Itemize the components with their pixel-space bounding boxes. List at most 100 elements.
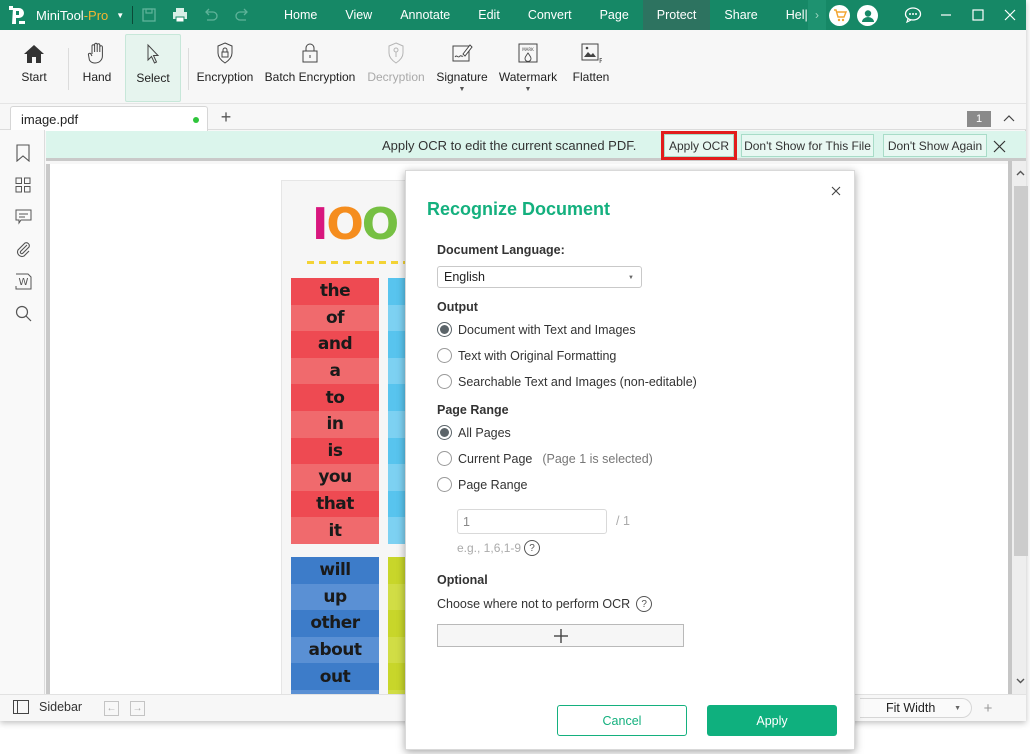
previous-view-arrow-icon[interactable]: ← xyxy=(104,701,119,716)
ocr-message: Apply OCR to edit the current scanned PD… xyxy=(382,138,637,153)
attachment-icon[interactable] xyxy=(12,238,34,260)
word-cell: other xyxy=(291,610,379,637)
menu-protect[interactable]: Protect xyxy=(642,0,711,30)
menu-share[interactable]: Share xyxy=(710,0,771,30)
document-tab-label: image.pdf xyxy=(21,111,79,127)
bookmark-icon[interactable] xyxy=(12,142,34,164)
zoom-value: Fit Width xyxy=(886,701,936,715)
sidebar-toggle[interactable]: Sidebar xyxy=(13,700,82,714)
start-button[interactable]: Start xyxy=(14,34,54,102)
radio-label: Current Page xyxy=(458,451,533,466)
dont-show-again-button[interactable]: Don't Show Again xyxy=(883,134,987,157)
menu-view[interactable]: View xyxy=(331,0,386,30)
add-excluded-area-button[interactable] xyxy=(437,624,684,647)
home-icon xyxy=(23,34,45,66)
signature-dropdown-icon[interactable]: ▼ xyxy=(459,86,466,93)
zoom-in-button[interactable]: + xyxy=(980,699,996,717)
flatten-button[interactable]: P Flatten xyxy=(570,34,612,102)
maximize-icon[interactable] xyxy=(962,0,994,30)
svg-text:MARK: MARK xyxy=(522,47,534,52)
optional-description-text: Choose where not to perform OCR xyxy=(437,597,631,611)
dialog-close-icon[interactable] xyxy=(828,183,844,199)
shield-key-icon xyxy=(387,34,405,66)
word-cell: to xyxy=(291,384,379,411)
unsaved-indicator-icon xyxy=(193,117,199,123)
ocr-bar-close-icon[interactable] xyxy=(989,136,1009,156)
help-icon[interactable]: ? xyxy=(636,596,653,612)
output-option-text-images[interactable]: Document with Text and Images xyxy=(437,322,636,337)
menu-more-chevron-icon[interactable]: › xyxy=(808,0,826,30)
undo-icon[interactable] xyxy=(196,0,226,30)
minimize-icon[interactable] xyxy=(930,0,962,30)
page-range-label: Page Range xyxy=(437,403,509,417)
scrollbar-thumb[interactable] xyxy=(1014,186,1028,556)
sidebar-panel-icon xyxy=(13,700,29,714)
feedback-icon[interactable] xyxy=(897,0,929,30)
help-icon[interactable]: ? xyxy=(524,540,541,556)
cancel-button[interactable]: Cancel xyxy=(557,705,687,736)
close-icon[interactable] xyxy=(994,0,1026,30)
left-sidebar: W xyxy=(0,130,45,694)
thumbnails-icon[interactable] xyxy=(12,174,34,196)
app-menu-dropdown-icon[interactable]: ▼ xyxy=(116,11,124,20)
menu-annotate[interactable]: Annotate xyxy=(386,0,464,30)
app-name: MiniTool-Pro xyxy=(36,8,108,23)
radio-label: Document with Text and Images xyxy=(458,322,636,337)
menu-home[interactable]: Home xyxy=(270,0,331,30)
save-icon[interactable] xyxy=(134,0,164,30)
range-option-page-range[interactable]: Page Range xyxy=(437,477,528,492)
next-view-arrow-icon[interactable]: → xyxy=(130,701,145,716)
cart-icon[interactable] xyxy=(829,5,850,26)
language-select[interactable]: English ▼ xyxy=(437,266,642,288)
output-option-original-formatting[interactable]: Text with Original Formatting xyxy=(437,348,616,363)
range-option-all-pages[interactable]: All Pages xyxy=(437,425,511,440)
start-label: Start xyxy=(21,70,47,84)
scroll-down-icon[interactable] xyxy=(1012,673,1028,689)
search-icon[interactable] xyxy=(12,302,34,324)
dont-show-for-file-button[interactable]: Don't Show for This File xyxy=(741,134,874,157)
radio-unchecked-icon xyxy=(437,348,452,363)
watermark-dropdown-icon[interactable]: ▼ xyxy=(525,86,532,93)
app-logo-icon xyxy=(2,0,32,30)
add-tab-button[interactable]: + xyxy=(216,107,236,127)
batch-encryption-label: Batch Encryption xyxy=(264,70,356,84)
menu-convert[interactable]: Convert xyxy=(514,0,586,30)
svg-text:W: W xyxy=(18,277,28,288)
language-label: Document Language: xyxy=(437,243,565,257)
divider xyxy=(68,48,69,90)
comment-icon[interactable] xyxy=(12,206,34,228)
select-button[interactable]: Select xyxy=(125,34,181,102)
page-range-hint: e.g., 1,6,1-9 ? xyxy=(457,540,541,556)
zoom-select[interactable]: Fit Width ▼ xyxy=(860,698,972,718)
user-icon[interactable] xyxy=(857,5,878,26)
range-option-current-page[interactable]: Current Page (Page 1 is selected) xyxy=(437,451,653,466)
encryption-button[interactable]: Encryption xyxy=(194,34,256,102)
decryption-button[interactable]: Decryption xyxy=(366,34,426,102)
scroll-up-icon[interactable] xyxy=(1012,165,1028,181)
word-cell: is xyxy=(291,437,379,465)
hand-icon xyxy=(87,34,107,66)
page-range-input[interactable]: 1 xyxy=(457,509,607,534)
output-option-searchable[interactable]: Searchable Text and Images (non-editable… xyxy=(437,374,697,389)
redo-icon[interactable] xyxy=(227,0,257,30)
cursor-icon xyxy=(145,35,161,67)
signature-button[interactable]: Signature ▼ xyxy=(435,34,489,102)
shield-lock-icon xyxy=(216,34,234,66)
document-tab[interactable]: image.pdf xyxy=(10,106,208,131)
hand-button[interactable]: Hand xyxy=(76,34,118,102)
menu-page[interactable]: Page xyxy=(586,0,643,30)
apply-ocr-button[interactable]: Apply OCR xyxy=(661,131,737,160)
word-export-icon[interactable]: W xyxy=(12,270,34,292)
radio-label: Text with Original Formatting xyxy=(458,348,617,363)
menu-edit[interactable]: Edit xyxy=(464,0,514,30)
word-cell: a xyxy=(291,357,379,385)
radio-label: Searchable Text and Images (non-editable… xyxy=(458,374,697,389)
radio-label: Page Range xyxy=(458,477,528,492)
apply-button[interactable]: Apply xyxy=(707,705,837,736)
print-icon[interactable] xyxy=(165,0,195,30)
batch-encryption-button[interactable]: Batch Encryption xyxy=(264,34,356,102)
collapse-ribbon-chevron-up-icon[interactable] xyxy=(1001,110,1017,126)
watermark-button[interactable]: MARK Watermark ▼ xyxy=(497,34,559,102)
menu-help[interactable]: Hel| xyxy=(772,0,812,30)
vertical-scrollbar[interactable] xyxy=(1008,161,1028,694)
